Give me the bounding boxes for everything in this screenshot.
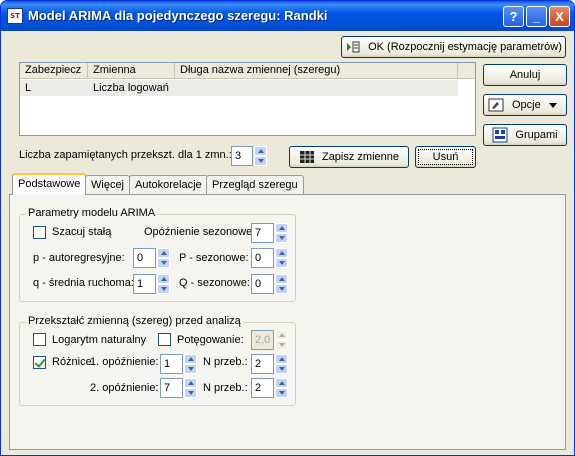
tab-autocorrelations[interactable]: Autokorelacje [129,175,208,195]
n-passes1-spinner[interactable] [275,354,288,374]
lag1-spinner[interactable] [184,354,197,374]
cell-variable: Liczba logowań [93,82,169,94]
groups-button[interactable]: Grupami [483,124,567,146]
groups-button-label: Grupami [515,129,558,141]
n-passes1-label: N przeb.: [203,356,248,368]
help-button[interactable]: ? [503,6,524,27]
memory-input[interactable]: 3 [231,146,253,166]
power-spinner[interactable] [275,330,288,350]
save-grid-icon [299,149,315,165]
estimate-constant-label: Szacuj stałą [52,226,112,238]
n-passes1-input[interactable]: 2 [251,354,274,374]
seasonal-lag-spinner[interactable] [275,223,288,243]
p-autoregressive-spinner[interactable] [157,248,170,268]
seasonal-lag-label: Opóźnienie sezonowe: [144,226,256,238]
dropdown-arrow-icon [548,102,557,108]
estimate-constant-checkbox[interactable] [33,226,46,239]
ok-button[interactable]: OK (Rozpocznij estymację parametrów) [341,36,566,58]
memory-spinner[interactable] [254,146,267,166]
power-label: Potęgowanie: [177,334,244,346]
lag1-input[interactable]: 1 [160,354,183,374]
arima-group-title: Parametry modelu ARIMA [26,207,158,219]
cancel-button[interactable]: Anuluj [483,64,567,86]
Q-seasonal-spinner[interactable] [275,274,288,294]
tab-panel-basic: Parametry modelu ARIMA Szacuj stałą Opóź… [9,194,566,450]
column-header-protect[interactable]: Zabezpiecz [20,63,88,79]
P-seasonal-label: P - sezonowe: [179,252,249,264]
app-icon: ST [7,8,23,24]
options-icon [488,97,504,113]
run-icon [345,39,361,55]
lag2-spinner[interactable] [184,378,197,398]
p-autoregressive-label: p - autoregresyjne: [33,252,125,264]
arima-dialog-window: ST Model ARIMA dla pojedynczego szeregu:… [0,0,575,456]
tab-more[interactable]: Więcej [85,175,131,195]
tab-series-review[interactable]: Przegląd szeregu [206,175,304,195]
save-variables-label: Zapisz zmienne [321,151,400,163]
p-autoregressive-input[interactable]: 0 [133,248,156,268]
cell-protect: L [25,82,32,94]
title-bar: ST Model ARIMA dla pojedynczego szeregu:… [1,1,574,31]
lag2-label: 2. opóźnienie: [90,382,159,394]
natural-log-label: Logarytm naturalny [52,334,147,346]
n-passes2-spinner[interactable] [275,378,288,398]
lag1-label: 1. opóźnienie: [90,356,159,368]
list-item[interactable]: L Liczba logowań [20,80,458,96]
ok-button-label: OK (Rozpocznij estymację parametrów) [368,41,562,53]
transform-group-title: Przekształć zmienną (szereg) przed anali… [26,315,243,327]
column-header-variable[interactable]: Zmienna [88,63,175,79]
minimize-button[interactable]: _ [526,6,547,27]
tab-basic[interactable]: Podstawowe [12,173,87,195]
variables-list[interactable]: Zabezpiecz Zmienna Długa nazwa zmiennej … [19,62,476,136]
P-seasonal-input[interactable]: 0 [251,248,274,268]
P-seasonal-spinner[interactable] [275,248,288,268]
power-checkbox[interactable] [158,333,171,346]
groups-icon [492,127,508,143]
Q-seasonal-label: Q - sezonowe: [179,277,250,289]
n-passes2-label: N przeb.: [203,382,248,394]
cell-long-name [175,80,458,96]
delete-button[interactable]: Usuń [415,146,476,168]
lag2-input[interactable]: 7 [160,378,183,398]
natural-log-checkbox[interactable] [33,333,46,346]
save-variables-button[interactable]: Zapisz zmienne [289,146,409,168]
memory-label: Liczba zapamiętanych przekszt. dla 1 zmn… [19,149,232,161]
Q-seasonal-input[interactable]: 0 [251,274,274,294]
power-input[interactable]: 2,0 [251,330,274,350]
close-button[interactable]: X [549,6,570,27]
q-moving-average-label: q - średnia ruchoma: [33,277,134,289]
column-header-long-name[interactable]: Długa nazwa zmiennej (szeregu) [175,63,458,79]
differences-label: Różnice [52,356,92,368]
options-button-label: Opcje [512,99,541,111]
window-title: Model ARIMA dla pojedynczego szeregu: Ra… [28,8,328,23]
differences-checkbox[interactable] [33,356,46,369]
seasonal-lag-input[interactable]: 7 [251,223,274,243]
n-passes2-input[interactable]: 2 [251,378,274,398]
q-moving-average-spinner[interactable] [157,274,170,294]
column-header-filler [458,63,475,79]
q-moving-average-input[interactable]: 1 [133,274,156,294]
list-header: Zabezpiecz Zmienna Długa nazwa zmiennej … [20,63,475,79]
options-button[interactable]: Opcje [483,94,567,116]
